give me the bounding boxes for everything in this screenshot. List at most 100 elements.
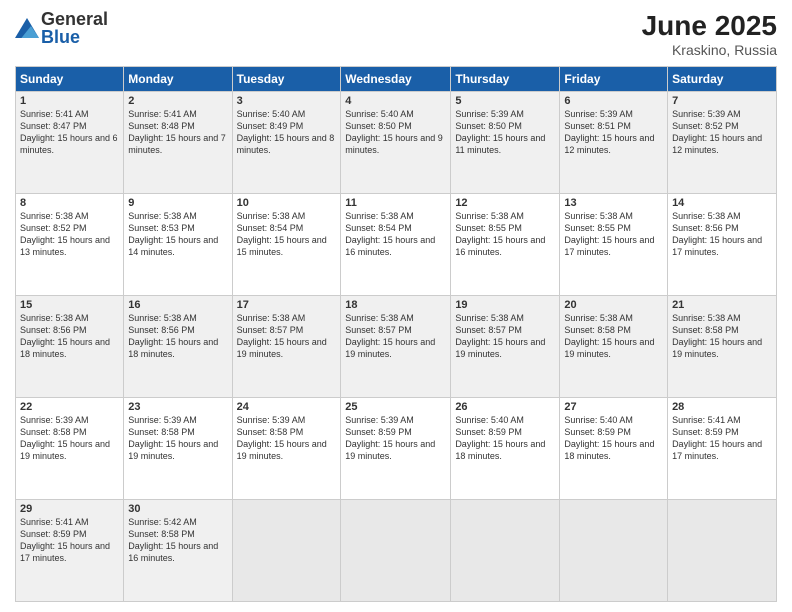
day-number: 15 [20,299,119,311]
day-content: Sunrise: 5:39 AMSunset: 8:58 PMDaylight:… [128,414,227,463]
day-content: Sunrise: 5:41 AMSunset: 8:59 PMDaylight:… [672,414,772,463]
table-row: 4Sunrise: 5:40 AMSunset: 8:50 PMDaylight… [341,92,451,194]
col-monday: Monday [124,67,232,92]
day-number: 5 [455,95,555,107]
day-content: Sunrise: 5:38 AMSunset: 8:54 PMDaylight:… [345,210,446,259]
day-number: 22 [20,401,119,413]
day-number: 2 [128,95,227,107]
table-row: 10Sunrise: 5:38 AMSunset: 8:54 PMDayligh… [232,194,341,296]
col-thursday: Thursday [451,67,560,92]
day-content: Sunrise: 5:38 AMSunset: 8:55 PMDaylight:… [564,210,663,259]
day-number: 23 [128,401,227,413]
col-tuesday: Tuesday [232,67,341,92]
table-row: 8Sunrise: 5:38 AMSunset: 8:52 PMDaylight… [16,194,124,296]
day-content: Sunrise: 5:40 AMSunset: 8:49 PMDaylight:… [237,108,337,157]
day-content: Sunrise: 5:38 AMSunset: 8:55 PMDaylight:… [455,210,555,259]
header: General Blue June 2025 Kraskino, Russia [15,10,777,58]
table-row [668,500,777,602]
day-content: Sunrise: 5:41 AMSunset: 8:48 PMDaylight:… [128,108,227,157]
table-row [560,500,668,602]
day-number: 16 [128,299,227,311]
day-number: 6 [564,95,663,107]
day-number: 27 [564,401,663,413]
day-content: Sunrise: 5:39 AMSunset: 8:52 PMDaylight:… [672,108,772,157]
weekday-header-row: Sunday Monday Tuesday Wednesday Thursday… [16,67,777,92]
table-row [451,500,560,602]
day-number: 4 [345,95,446,107]
day-number: 20 [564,299,663,311]
table-row: 6Sunrise: 5:39 AMSunset: 8:51 PMDaylight… [560,92,668,194]
day-content: Sunrise: 5:38 AMSunset: 8:56 PMDaylight:… [672,210,772,259]
day-content: Sunrise: 5:40 AMSunset: 8:59 PMDaylight:… [564,414,663,463]
table-row: 21Sunrise: 5:38 AMSunset: 8:58 PMDayligh… [668,296,777,398]
calendar-row: 22Sunrise: 5:39 AMSunset: 8:58 PMDayligh… [16,398,777,500]
day-content: Sunrise: 5:39 AMSunset: 8:59 PMDaylight:… [345,414,446,463]
day-content: Sunrise: 5:40 AMSunset: 8:50 PMDaylight:… [345,108,446,157]
table-row [232,500,341,602]
day-number: 13 [564,197,663,209]
logo: General Blue [15,10,108,46]
table-row: 25Sunrise: 5:39 AMSunset: 8:59 PMDayligh… [341,398,451,500]
table-row: 11Sunrise: 5:38 AMSunset: 8:54 PMDayligh… [341,194,451,296]
day-number: 29 [20,503,119,515]
calendar-row: 15 Sunrise: 5:38 AMSunset: 8:56 PMDayligh… [16,296,777,398]
table-row: 16Sunrise: 5:38 AMSunset: 8:56 PMDayligh… [124,296,232,398]
logo-icon [15,18,39,38]
day-content: Sunrise: 5:39 AMSunset: 8:58 PMDaylight:… [20,414,119,463]
day-content: Sunrise: 5:38 AMSunset: 8:53 PMDaylight:… [128,210,227,259]
day-content: Sunrise: 5:38 AMSunset: 8:52 PMDaylight:… [20,210,119,259]
logo-text: General Blue [41,10,108,46]
table-row: 2Sunrise: 5:41 AMSunset: 8:48 PMDaylight… [124,92,232,194]
logo-blue: Blue [41,28,108,46]
col-sunday: Sunday [16,67,124,92]
day-content: Sunrise: 5:39 AMSunset: 8:51 PMDaylight:… [564,108,663,157]
day-number: 17 [237,299,337,311]
table-row: 27Sunrise: 5:40 AMSunset: 8:59 PMDayligh… [560,398,668,500]
day-content: Sunrise: 5:38 AMSunset: 8:57 PMDaylight:… [455,312,555,361]
day-number: 11 [345,197,446,209]
table-row: 18Sunrise: 5:38 AMSunset: 8:57 PMDayligh… [341,296,451,398]
table-row: 13Sunrise: 5:38 AMSunset: 8:55 PMDayligh… [560,194,668,296]
day-number: 3 [237,95,337,107]
calendar-table: Sunday Monday Tuesday Wednesday Thursday… [15,66,777,602]
table-row: 24Sunrise: 5:39 AMSunset: 8:58 PMDayligh… [232,398,341,500]
day-number: 21 [672,299,772,311]
day-content: Sunrise: 5:38 AMSunset: 8:56 PMDaylight:… [128,312,227,361]
table-row: 29Sunrise: 5:41 AMSunset: 8:59 PMDayligh… [16,500,124,602]
day-content: Sunrise: 5:41 AMSunset: 8:47 PMDaylight:… [20,108,119,157]
day-number: 28 [672,401,772,413]
day-number: 30 [128,503,227,515]
day-content: Sunrise: 5:42 AMSunset: 8:58 PMDaylight:… [128,516,227,565]
day-content: Sunrise: 5:39 AMSunset: 8:58 PMDaylight:… [237,414,337,463]
day-number: 12 [455,197,555,209]
col-saturday: Saturday [668,67,777,92]
table-row: 12Sunrise: 5:38 AMSunset: 8:55 PMDayligh… [451,194,560,296]
day-number: 19 [455,299,555,311]
day-number: 14 [672,197,772,209]
day-number: 8 [20,197,119,209]
day-number: 10 [237,197,337,209]
table-row: 20Sunrise: 5:38 AMSunset: 8:58 PMDayligh… [560,296,668,398]
table-row: 15Sunrise: 5:38 AMSunset: 8:56 PMDayligh… [16,296,124,398]
title-block: June 2025 Kraskino, Russia [642,10,777,58]
table-row: 1Sunrise: 5:41 AMSunset: 8:47 PMDaylight… [16,92,124,194]
table-row: 5Sunrise: 5:39 AMSunset: 8:50 PMDaylight… [451,92,560,194]
day-content: Sunrise: 5:40 AMSunset: 8:59 PMDaylight:… [455,414,555,463]
col-friday: Friday [560,67,668,92]
day-number: 9 [128,197,227,209]
day-content: Sunrise: 5:41 AMSunset: 8:59 PMDaylight:… [20,516,119,565]
logo-general: General [41,10,108,28]
day-content: Sunrise: 5:38 AMSunset: 8:58 PMDaylight:… [564,312,663,361]
table-row: 9Sunrise: 5:38 AMSunset: 8:53 PMDaylight… [124,194,232,296]
table-row [341,500,451,602]
day-number: 18 [345,299,446,311]
table-row: 23Sunrise: 5:39 AMSunset: 8:58 PMDayligh… [124,398,232,500]
table-row: 22Sunrise: 5:39 AMSunset: 8:58 PMDayligh… [16,398,124,500]
day-number: 25 [345,401,446,413]
table-row: 14Sunrise: 5:38 AMSunset: 8:56 PMDayligh… [668,194,777,296]
table-row: 28Sunrise: 5:41 AMSunset: 8:59 PMDayligh… [668,398,777,500]
day-number: 24 [237,401,337,413]
day-content: Sunrise: 5:38 AMSunset: 8:57 PMDaylight:… [345,312,446,361]
day-content: Sunrise: 5:39 AMSunset: 8:50 PMDaylight:… [455,108,555,157]
table-row: 7Sunrise: 5:39 AMSunset: 8:52 PMDaylight… [668,92,777,194]
